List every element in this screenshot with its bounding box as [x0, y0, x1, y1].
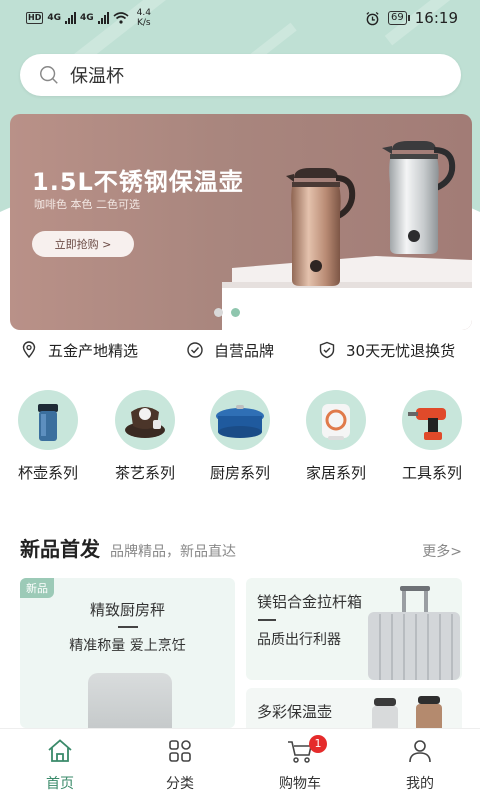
product-card-kitchen-scale[interactable]: 新品 精致厨房秤 精准称量 爱上烹饪 [20, 578, 235, 728]
rose-gold-flask-image [286, 168, 356, 286]
power-drill-icon [402, 390, 462, 450]
cart-count-badge: 1 [309, 735, 327, 753]
carousel-dot-active[interactable] [231, 308, 240, 317]
category-tea[interactable]: 茶艺系列 [105, 390, 185, 483]
category-label: 茶艺系列 [114, 464, 175, 482]
product-title: 多彩保温壶 [257, 703, 333, 721]
user-icon [409, 740, 431, 763]
more-link[interactable]: 更多> [422, 541, 462, 561]
category-cups[interactable]: 杯壶系列 [8, 390, 88, 483]
product-subtitle: 精准称量 爱上烹饪 [69, 638, 186, 654]
podium-base [222, 282, 472, 330]
product-card-luggage[interactable]: 镁铝合金拉杆箱 品质出行利器 [246, 578, 462, 680]
bottom-navigation: 首页 分类 1 购物车 我的 [0, 728, 480, 800]
luggage-image [368, 586, 460, 680]
product-subtitle: 品质出行利器 [257, 632, 341, 648]
category-list: 杯壶系列 茶艺系列 厨房系列 家居系列 工具系列 [0, 390, 480, 490]
category-home[interactable]: 家居系列 [296, 390, 376, 483]
heater-icon [306, 390, 366, 450]
shield-check-icon [319, 341, 335, 359]
network-speed: 4.4 K/s [136, 8, 151, 28]
nav-label: 首页 [46, 776, 74, 792]
hd-indicator: HD [26, 12, 44, 24]
guarantee-label: 五金产地精选 [48, 341, 139, 360]
nav-category[interactable]: 分类 [120, 729, 240, 800]
category-kitchen[interactable]: 厨房系列 [200, 390, 280, 483]
casserole-pot-icon [210, 390, 270, 450]
alarm-icon [366, 11, 379, 25]
category-label: 家居系列 [305, 464, 366, 482]
divider [258, 619, 276, 621]
category-label: 厨房系列 [209, 464, 270, 482]
guarantee-returns: 30天无忧退换货 [318, 340, 455, 361]
guarantee-label: 30天无忧退换货 [346, 341, 456, 360]
product-title: 镁铝合金拉杆箱 [257, 593, 363, 611]
nav-cart[interactable]: 1 购物车 [240, 729, 360, 800]
buy-now-button[interactable]: 立即抢购 > [32, 231, 134, 257]
section-title: 新品首发 [20, 537, 100, 561]
clock: 16:19 [414, 9, 458, 27]
silver-flask-image [382, 141, 456, 254]
nav-label: 购物车 [279, 776, 321, 792]
category-label: 杯壶系列 [17, 464, 78, 482]
banner-subtitle: 咖啡色 本色 二色可选 [34, 198, 140, 211]
search-input[interactable]: 保温杯 [70, 62, 124, 88]
nav-profile[interactable]: 我的 [360, 729, 480, 800]
divider [118, 626, 138, 628]
status-bar: HD 4G 4G 4.4 K/s 69 16:19 [0, 0, 480, 36]
battery-icon: 69 [388, 11, 410, 25]
nav-label: 分类 [166, 776, 194, 792]
promo-banner[interactable]: 1.5L不锈钢保温壶 咖啡色 本色 二色可选 立即抢购 > [10, 114, 472, 330]
nav-home[interactable]: 首页 [0, 729, 120, 800]
search-bar[interactable]: 保温杯 [20, 54, 461, 96]
search-icon [40, 66, 58, 84]
section-subtitle: 品牌精品，新品直达 [110, 544, 236, 560]
wifi-icon [113, 12, 129, 24]
new-badge: 新品 [20, 578, 54, 598]
kitchen-scale-image [88, 673, 172, 728]
category-label: 工具系列 [401, 464, 462, 482]
network-type-2: 4G [80, 13, 94, 23]
category-grid-icon [169, 740, 191, 762]
check-circle-icon [187, 342, 203, 358]
tumbler-icon [18, 390, 78, 450]
tea-set-icon [115, 390, 175, 450]
signal-icon-2 [97, 12, 109, 24]
guarantee-brand: 自营品牌 [186, 340, 274, 361]
network-type-1: 4G [47, 13, 61, 23]
banner-title: 1.5L不锈钢保温壶 [32, 168, 244, 196]
category-tools[interactable]: 工具系列 [392, 390, 472, 483]
carousel-indicator [214, 308, 240, 317]
guarantee-label: 自营品牌 [214, 341, 275, 360]
product-title: 精致厨房秤 [89, 601, 165, 619]
home-icon [48, 739, 72, 762]
guarantee-origin: 五金产地精选 [20, 340, 138, 361]
carousel-dot[interactable] [214, 308, 223, 317]
nav-label: 我的 [406, 776, 434, 792]
location-pin-icon [22, 341, 36, 359]
signal-icon [65, 12, 76, 24]
service-guarantees: 五金产地精选 自营品牌 30天无忧退换货 [0, 336, 480, 364]
